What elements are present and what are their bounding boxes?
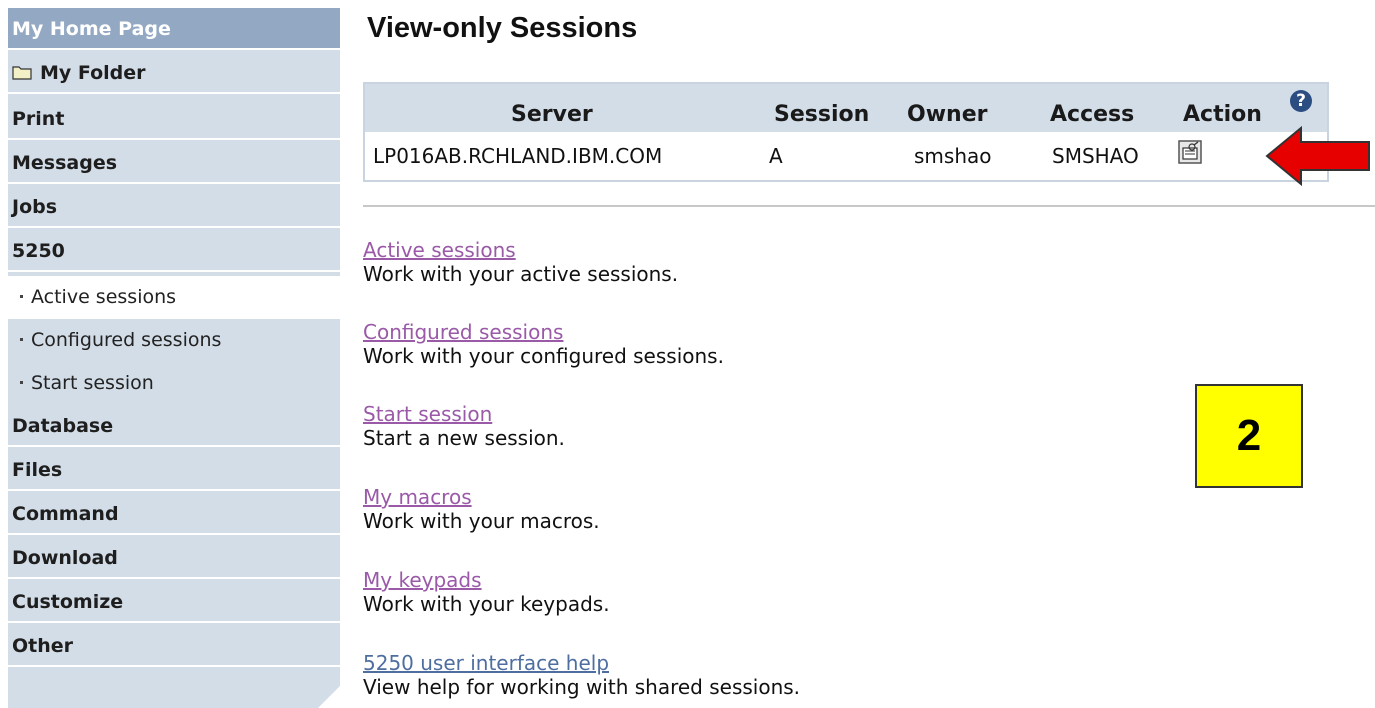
nav-print[interactable]: Print [8,98,340,140]
link-description: View help for working with shared sessio… [363,675,801,699]
link-block-active-sessions: Active sessions Work with your active se… [363,238,678,286]
sidebar-corner [318,686,340,708]
nav-sub-label: Configured sessions [31,329,222,351]
nav-messages[interactable]: Messages [8,142,340,184]
nav-jobs[interactable]: Jobs [8,186,340,228]
column-header-action: Action [1183,102,1262,127]
nav-database[interactable]: Database [8,405,340,447]
nav-sub-label: Active sessions [31,286,177,308]
link-description: Start a new session. [363,426,565,450]
link-block-start-session: Start session Start a new session. [363,402,565,450]
my-keypads-link[interactable]: My keypads [363,568,482,592]
link-block-my-macros: My macros Work with your macros. [363,485,600,533]
page-title: View-only Sessions [367,12,638,44]
nav-files[interactable]: Files [8,449,340,491]
step-number-callout: 2 [1195,384,1303,488]
nav-5250[interactable]: 5250 [8,230,340,272]
nav-my-folder-label: My Folder [40,62,146,84]
my-macros-link[interactable]: My macros [363,485,472,509]
sessions-table: Server Session Owner Access Action ? LP0… [363,82,1329,182]
link-description: Work with your macros. [363,509,600,533]
active-sessions-link[interactable]: Active sessions [363,238,516,262]
nav-download[interactable]: Download [8,537,340,579]
help-icon[interactable]: ? [1290,90,1312,112]
link-description: Work with your keypads. [363,592,610,616]
link-description: Work with your active sessions. [363,262,679,286]
nav-customize[interactable]: Customize [8,581,340,623]
divider [363,205,1375,207]
cell-access: SMSHAO [1052,144,1139,168]
link-block-help: 5250 user interface help View help for w… [363,651,800,699]
user-interface-help-link[interactable]: 5250 user interface help [363,651,609,675]
nav-command[interactable]: Command [8,493,340,535]
nav-my-folder[interactable]: My Folder [8,52,340,94]
bullet-icon [20,381,23,384]
folder-icon [12,65,32,80]
link-description: Work with your configured sessions. [363,344,724,368]
column-header-owner: Owner [907,102,988,127]
column-header-session: Session [774,102,870,127]
configured-sessions-link[interactable]: Configured sessions [363,320,563,344]
link-block-my-keypads: My keypads Work with your keypads. [363,568,610,616]
bullet-icon [20,338,23,341]
nav-sub-start-session[interactable]: Start session [8,362,340,405]
sidebar: My Home Page My Folder Print Messages Jo… [8,8,340,708]
column-header-access: Access [1050,102,1135,127]
nav-sub-configured-sessions[interactable]: Configured sessions [8,319,340,362]
cell-session: A [769,144,783,168]
column-header-server: Server [511,102,593,127]
start-session-link[interactable]: Start session [363,402,492,426]
nav-my-home-page[interactable]: My Home Page [8,8,340,50]
red-arrow-annotation [1265,125,1370,187]
nav-sub-active-sessions[interactable]: Active sessions [8,276,340,319]
cell-owner: smshao [914,144,992,168]
nav-sub-label: Start session [31,372,154,394]
link-block-configured-sessions: Configured sessions Work with your confi… [363,320,724,368]
nav-other[interactable]: Other [8,625,340,667]
view-session-action-icon[interactable] [1178,140,1202,164]
bullet-icon [20,295,23,298]
cell-server: LP016AB.RCHLAND.IBM.COM [373,144,663,168]
